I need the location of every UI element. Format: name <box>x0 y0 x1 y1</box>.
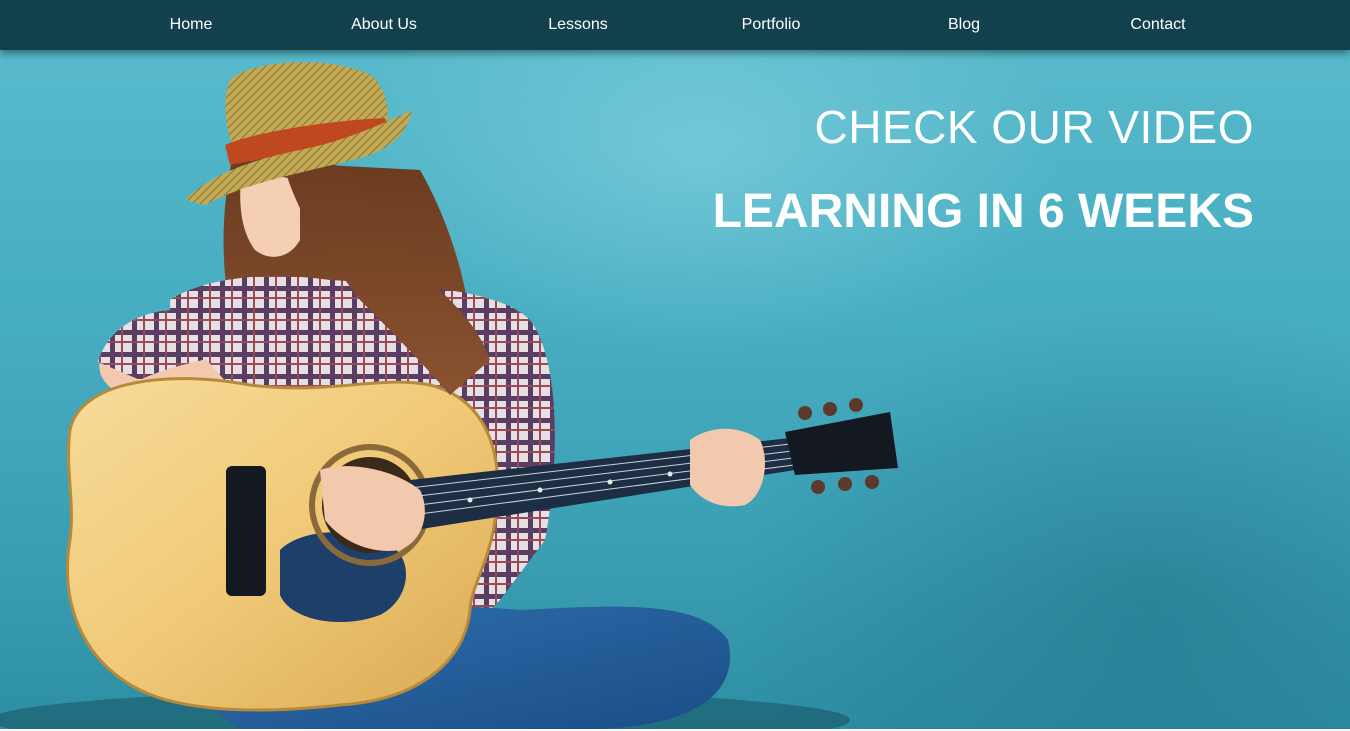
hero-headline-primary: CHECK OUR VIDEO <box>814 101 1254 153</box>
nav-link-blog[interactable]: Blog <box>884 0 1044 50</box>
nav-link-portfolio[interactable]: Portfolio <box>691 0 851 50</box>
main-navigation: Home About Us Lessons Portfolio Blog Con… <box>0 0 1350 50</box>
nav-link-about-us[interactable]: About Us <box>304 0 464 50</box>
hero-headline-secondary: LEARNING IN 6 WEEKS <box>712 185 1254 238</box>
nav-link-lessons[interactable]: Lessons <box>498 0 658 50</box>
nav-link-home[interactable]: Home <box>111 0 271 50</box>
nav-link-contact[interactable]: Contact <box>1078 0 1238 50</box>
hero-banner: CHECK OUR VIDEO LEARNING IN 6 WEEKS <box>0 0 1350 729</box>
page: CHECK OUR VIDEO LEARNING IN 6 WEEKS Home… <box>0 0 1350 731</box>
